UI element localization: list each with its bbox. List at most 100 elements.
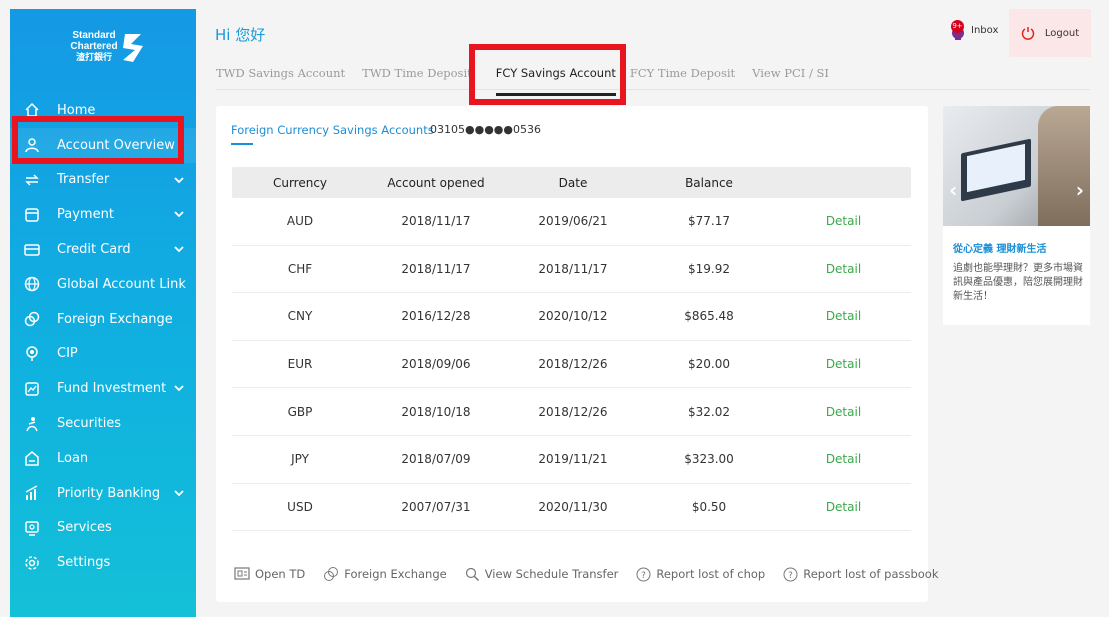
account-table: AUD 2018/11/17 2019/06/21 $77.17 Detail CHF 20… <box>232 198 911 532</box>
question-icon: ? <box>783 567 798 581</box>
chevron-left-icon[interactable]: ‹ <box>949 178 957 202</box>
sidebar-item-label: Priority Banking <box>57 485 161 501</box>
sidebar-item-credit-card[interactable]: Credit Card <box>10 232 196 267</box>
sidebar-item-label: Settings <box>57 555 111 571</box>
logout-label: Logout <box>1044 27 1080 39</box>
cell-date: 2018/12/26 <box>538 404 608 419</box>
tab-twd-time-deposit[interactable]: TWD Time Deposit <box>362 66 472 90</box>
services-icon <box>23 519 41 537</box>
cell-balance: $323.00 <box>684 452 734 467</box>
header-currency: Currency <box>272 175 328 190</box>
sidebar-item-transfer[interactable]: Transfer <box>10 163 196 198</box>
sidebar-item-label: Services <box>57 520 112 536</box>
exchange-icon <box>23 310 41 328</box>
cell-currency: JPY <box>291 452 309 467</box>
table-header: Currency Account opened Date Balance <box>232 167 911 198</box>
logo-line-2: Chartered <box>70 40 118 52</box>
table-row: CHF 2018/11/17 2018/11/17 $19.92 Detail <box>232 246 911 294</box>
cell-currency: AUD <box>286 214 314 229</box>
detail-link[interactable]: Detail <box>776 309 911 323</box>
chevron-down-icon[interactable] <box>172 242 186 256</box>
detail-link[interactable]: Detail <box>776 214 911 228</box>
sidebar-item-label: Foreign Exchange <box>57 311 173 327</box>
chevron-down-icon[interactable] <box>172 207 186 221</box>
detail-link[interactable]: Detail <box>776 452 911 466</box>
sidebar-item-loan[interactable]: Loan <box>10 441 196 476</box>
question-icon: ? <box>636 567 651 581</box>
cell-account-opened: 2007/07/31 <box>401 499 471 514</box>
view-schedule-transfer-button[interactable]: View Schedule Transfer <box>465 567 618 582</box>
sidebar-item-services[interactable]: Services <box>10 511 196 546</box>
chevron-down-icon[interactable] <box>172 173 186 187</box>
sidebar-item-global-account-link[interactable]: Global Account Link <box>10 267 196 302</box>
svg-text:?: ? <box>641 571 646 581</box>
logo-mark-icon <box>123 34 143 62</box>
svg-text:?: ? <box>788 571 793 581</box>
detail-link[interactable]: Detail <box>776 500 911 514</box>
chevron-right-icon[interactable]: › <box>1076 178 1084 202</box>
promo-card[interactable]: ‹ › 從心定義 理財新生活 追劇也能學理財？更多市場資訊與產品優惠，陪您展開理… <box>943 106 1090 325</box>
chevron-down-icon[interactable] <box>172 486 186 500</box>
account-card: Foreign Currency Savings Accounts 03105●… <box>216 106 939 602</box>
table-row: AUD 2018/11/17 2019/06/21 $77.17 Detail <box>232 198 911 246</box>
promo-body: 追劇也能學理財？更多市場資訊與產品優惠，陪您展開理財新生活！ <box>953 263 1083 302</box>
power-icon <box>1021 27 1035 40</box>
table-row: CNY 2016/12/28 2020/10/12 $865.48 Detail <box>232 293 911 341</box>
chevron-down-icon[interactable] <box>172 381 186 395</box>
tab-twd-savings[interactable]: TWD Savings Account <box>216 66 345 90</box>
logout-button[interactable]: Logout <box>1009 9 1091 57</box>
report-lost-passbook-label: Report lost of passbook <box>803 567 939 581</box>
open-td-icon <box>234 567 250 580</box>
highlight-fcy-savings-tab <box>469 44 626 105</box>
tab-fcy-time-deposit[interactable]: FCY Time Deposit <box>630 66 735 90</box>
inbox-icon: 9+ <box>951 20 967 40</box>
payment-icon <box>23 206 41 224</box>
cell-currency: USD <box>287 499 313 514</box>
inbox-label: Inbox <box>971 24 999 36</box>
account-type-link[interactable]: Foreign Currency Savings Accounts <box>231 123 434 145</box>
cell-date: 2018/12/26 <box>538 357 608 372</box>
cell-currency: CHF <box>287 261 313 276</box>
cell-balance: $77.17 <box>688 214 730 229</box>
cell-currency: CNY <box>287 309 313 324</box>
report-lost-chop-button[interactable]: ? Report lost of chop <box>636 567 765 582</box>
cip-icon <box>23 345 41 363</box>
table-row: JPY 2018/07/09 2019/11/21 $323.00 Detail <box>232 436 911 484</box>
sidebar-item-securities[interactable]: Securities <box>10 406 196 441</box>
sidebar-item-cip[interactable]: CIP <box>10 337 196 372</box>
cell-account-opened: 2018/10/18 <box>401 404 471 419</box>
sidebar-item-fund-investment[interactable]: Fund Investment <box>10 371 196 406</box>
exchange-icon <box>324 567 339 581</box>
sidebar-item-label: Global Account Link <box>57 276 186 292</box>
table-row: USD 2007/07/31 2020/11/30 $0.50 Detail <box>232 484 911 532</box>
sidebar-item-priority-banking[interactable]: Priority Banking <box>10 476 196 511</box>
table-row: GBP 2018/10/18 2018/12/26 $32.02 Detail <box>232 388 911 436</box>
cell-account-opened: 2016/12/28 <box>401 309 471 324</box>
sidebar-item-label: Securities <box>57 416 122 432</box>
detail-link[interactable]: Detail <box>776 357 911 371</box>
header-date: Date <box>558 175 588 190</box>
standard-chartered-logo[interactable]: Standard Chartered 渣打銀行 <box>70 30 160 65</box>
sidebar-item-payment[interactable]: Payment <box>10 197 196 232</box>
report-lost-passbook-button[interactable]: ? Report lost of passbook <box>783 567 939 582</box>
detail-link[interactable]: Detail <box>776 405 911 419</box>
cell-account-opened: 2018/09/06 <box>401 357 471 372</box>
cell-balance: $32.02 <box>688 404 730 419</box>
foreign-exchange-button[interactable]: Foreign Exchange <box>323 566 447 582</box>
inbox-button[interactable]: 9+ Inbox <box>951 20 998 40</box>
open-td-button[interactable]: Open TD <box>234 567 305 581</box>
globe-icon <box>23 275 41 293</box>
search-icon <box>465 567 479 581</box>
cell-balance: $20.00 <box>688 357 730 372</box>
account-number: 03105●●●●●0536 <box>430 123 541 136</box>
cell-account-opened: 2018/07/09 <box>401 452 471 467</box>
loan-icon <box>23 449 41 467</box>
sidebar-item-foreign-exchange[interactable]: Foreign Exchange <box>10 302 196 337</box>
fund-icon <box>23 380 41 398</box>
sidebar: Standard Chartered 渣打銀行 Home Account Over… <box>10 9 196 617</box>
detail-link[interactable]: Detail <box>776 262 911 276</box>
promo-image: ‹ › <box>943 106 1090 226</box>
logo-line-1: Standard <box>72 30 116 41</box>
sidebar-item-settings[interactable]: Settings <box>10 545 196 580</box>
tab-view-pci-si[interactable]: View PCI / SI <box>752 66 829 90</box>
